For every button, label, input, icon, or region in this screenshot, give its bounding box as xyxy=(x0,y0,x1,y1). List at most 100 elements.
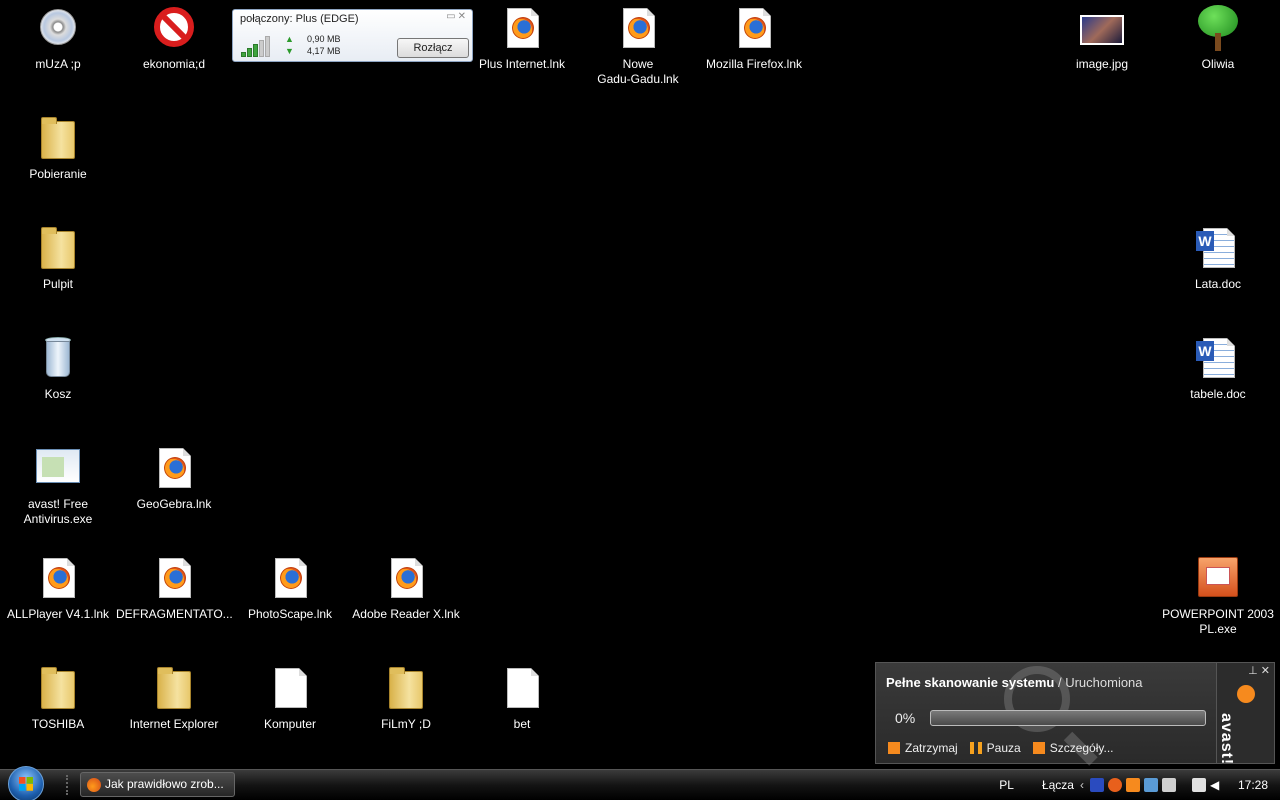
stop-label: Zatrzymaj xyxy=(905,741,958,755)
icon-label: tabele.doc xyxy=(1190,387,1246,401)
desktop-icon-filmy[interactable]: FiLmY ;D xyxy=(348,665,464,732)
icon-label: TOSHIBA xyxy=(31,717,85,731)
icon-label: Kosz xyxy=(44,387,72,401)
desktop-icon-lata-doc[interactable]: W Lata.doc xyxy=(1160,225,1276,292)
clock[interactable]: 17:28 xyxy=(1238,778,1268,792)
desktop-icon-tabele-doc[interactable]: W tabele.doc xyxy=(1160,335,1276,402)
tray-firefox-icon[interactable] xyxy=(1107,778,1122,792)
folder-icon xyxy=(34,115,82,163)
details-label: Szczegóły... xyxy=(1049,741,1114,755)
download-amount: 4,17 MB xyxy=(307,46,341,56)
tray-device-icon[interactable] xyxy=(1161,778,1176,792)
desktop-icon-kosz[interactable]: Kosz xyxy=(0,335,116,402)
icon-label: Plus Internet.lnk xyxy=(478,57,566,71)
avast-brand-strip: ⊥ ✕ avast! xyxy=(1216,663,1274,766)
upload-amount: 0,90 MB xyxy=(307,34,341,44)
desktop-icon-gadu-gadu[interactable]: Nowe Gadu-Gadu.lnk xyxy=(580,5,696,87)
desktop-icon-photoscape[interactable]: PhotoScape.lnk xyxy=(232,555,348,622)
stop-scan-button[interactable]: Zatrzymaj xyxy=(888,741,958,755)
taskbar-grip[interactable] xyxy=(66,775,70,795)
scan-status: Uruchomiona xyxy=(1065,675,1143,690)
desktop-icon-komputer[interactable]: Komputer xyxy=(232,665,348,732)
chevron-left-icon[interactable]: ‹ xyxy=(1080,778,1084,792)
icon-label: mUzA ;p xyxy=(35,57,81,71)
tree-icon xyxy=(1194,5,1242,53)
volume-icon[interactable]: ◀ xyxy=(1210,778,1224,792)
folder-icon xyxy=(34,225,82,273)
icon-label: image.jpg xyxy=(1075,57,1129,71)
desktop-icon-ekonomia[interactable]: ekonomia;d xyxy=(116,5,232,72)
icon-label: Nowe Gadu-Gadu.lnk xyxy=(597,57,679,86)
icon-label: Adobe Reader X.lnk xyxy=(352,607,460,621)
scan-details-button[interactable]: Szczegóły... xyxy=(1032,741,1114,755)
folder-icon xyxy=(150,665,198,713)
icon-label: GeoGebra.lnk xyxy=(136,497,212,511)
signal-strength-icon xyxy=(241,33,277,57)
firefox-icon xyxy=(150,445,198,493)
tray-network-icon[interactable] xyxy=(1143,778,1158,792)
desktop-icon-firefox[interactable]: Mozilla Firefox.lnk xyxy=(696,5,812,72)
desktop-icon-defragmentator[interactable]: DEFRAGMENTATO... xyxy=(116,555,233,622)
connection-widget: połączony: Plus (EDGE) ▭✕ ▲ ▼ 0,90 MB 4,… xyxy=(232,9,473,62)
icon-label: Pobieranie xyxy=(29,167,87,181)
folder-icon xyxy=(382,665,430,713)
desktop-icon-oliwia[interactable]: Oliwia xyxy=(1160,5,1276,72)
tray-power-icon[interactable] xyxy=(1191,778,1206,792)
word-doc-icon: W xyxy=(1194,335,1242,383)
blank-file-icon xyxy=(498,665,546,713)
icon-label: Lata.doc xyxy=(1194,277,1242,291)
desktop-icon-pobieranie[interactable]: Pobieranie xyxy=(0,115,116,182)
avast-brand-text: avast! xyxy=(1218,713,1235,766)
scan-title: Pełne skanowanie systemu xyxy=(886,675,1055,690)
windows-orb-icon xyxy=(8,766,44,800)
blank-file-icon xyxy=(266,665,314,713)
icon-label: Mozilla Firefox.lnk xyxy=(705,57,803,71)
start-button[interactable] xyxy=(8,766,50,800)
tray-avast-icon[interactable] xyxy=(1125,778,1140,792)
taskbar-item-firefox[interactable]: Jak prawidłowo zrob... xyxy=(80,772,235,797)
desktop-icon-internet-explorer[interactable]: Internet Explorer xyxy=(116,665,232,732)
desktop-icon-adobe-reader[interactable]: Adobe Reader X.lnk xyxy=(348,555,464,622)
folder-icon xyxy=(34,665,82,713)
firefox-icon xyxy=(150,555,198,603)
icon-label: avast! Free Antivirus.exe xyxy=(23,497,93,526)
desktop-icon-muza[interactable]: mUzA ;p xyxy=(0,5,116,72)
desktop-icon-image[interactable]: image.jpg xyxy=(1044,5,1160,72)
desktop-icon-pulpit[interactable]: Pulpit xyxy=(0,225,116,292)
links-toolbar[interactable]: Łącza xyxy=(1042,778,1074,792)
icon-label: POWERPOINT 2003 PL.exe xyxy=(1162,607,1274,636)
icon-label: Pulpit xyxy=(42,277,74,291)
icon-label: PhotoScape.lnk xyxy=(247,607,333,621)
icon-label: DEFRAGMENTATO... xyxy=(116,607,233,621)
desktop-icon-bet[interactable]: bet xyxy=(464,665,580,732)
desktop-icon-geogebra[interactable]: GeoGebra.lnk xyxy=(116,445,232,512)
desktop-icon-allplayer[interactable]: ALLPlayer V4.1.lnk xyxy=(0,555,116,622)
tray-shield-icon[interactable] xyxy=(1089,778,1104,792)
icon-label: Komputer xyxy=(263,717,317,731)
firefox-icon xyxy=(87,778,101,792)
desktop-icon-powerpoint[interactable]: POWERPOINT 2003 PL.exe xyxy=(1160,555,1276,637)
system-tray: PL Łącza ‹ ◀ 17:28 xyxy=(999,770,1280,800)
icon-label: FiLmY ;D xyxy=(381,717,431,731)
pin-close-icon[interactable]: ⊥ ✕ xyxy=(1248,664,1270,677)
no-entry-icon xyxy=(150,5,198,53)
avast-logo-icon xyxy=(1237,685,1255,703)
language-indicator[interactable]: PL xyxy=(999,778,1014,792)
icon-label: Oliwia xyxy=(1201,57,1235,71)
firefox-icon xyxy=(614,5,662,53)
details-icon xyxy=(1032,742,1045,754)
connection-title: połączony: Plus (EDGE) xyxy=(240,13,359,25)
desktop-icon-plus-internet[interactable]: Plus Internet.lnk xyxy=(464,5,580,72)
disconnect-button[interactable]: Rozłącz xyxy=(397,38,469,58)
word-doc-icon: W xyxy=(1194,225,1242,273)
icon-label: ekonomia;d xyxy=(142,57,206,71)
icon-label: bet xyxy=(513,717,531,731)
stop-icon xyxy=(888,742,900,754)
photo-icon xyxy=(1078,5,1126,53)
desktop-icon-toshiba[interactable]: TOSHIBA xyxy=(0,665,116,732)
desktop-icon-avast[interactable]: avast! Free Antivirus.exe xyxy=(0,445,116,527)
pause-scan-button[interactable]: Pauza xyxy=(969,741,1021,755)
scan-progress-text: 0% xyxy=(895,710,916,726)
download-arrow-icon: ▼ xyxy=(285,46,294,56)
widget-window-controls[interactable]: ▭✕ xyxy=(446,11,468,22)
